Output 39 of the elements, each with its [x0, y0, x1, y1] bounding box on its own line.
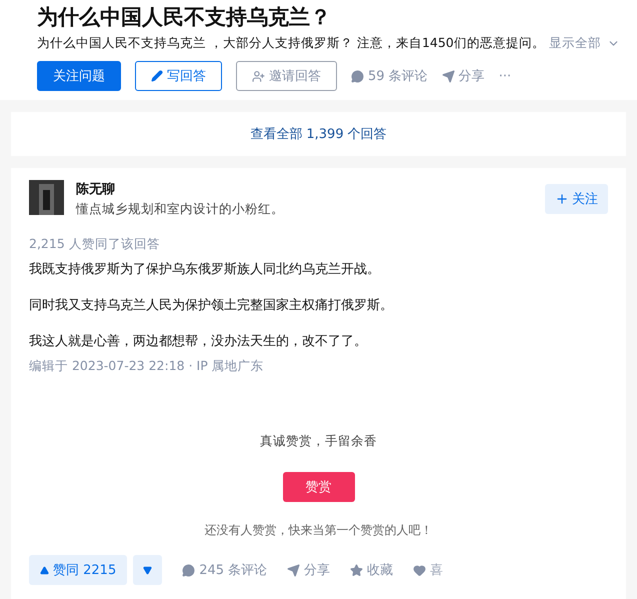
avatar	[29, 180, 64, 215]
answer-paragraph: 同时我又支持乌克兰人民为保护领土完整国家主权痛打俄罗斯。	[29, 297, 394, 314]
reward-slogan: 真诚赞赏，手留余香	[260, 433, 377, 450]
reward-note: 还没有人赞赏，快来当第一个赞赏的人吧！	[204, 522, 432, 539]
write-answer-button[interactable]: 写回答	[135, 61, 222, 91]
paper-plane-icon	[287, 564, 300, 576]
upvote-button[interactable]: 赞同 2215	[29, 555, 128, 585]
follow-question-button[interactable]: 关注问题	[37, 61, 121, 91]
answer-paragraph: 我这人就是心善，两边都想帮，没办法天生的，改不了了。	[29, 333, 368, 350]
reward-button[interactable]: 赞赏	[282, 472, 354, 502]
star-button[interactable]: 收藏	[350, 561, 394, 579]
triangle-down-icon	[143, 566, 152, 574]
question-title: 为什么中国人民不支持乌克兰？	[37, 4, 332, 31]
show-all-link[interactable]: 显示全部	[548, 35, 601, 52]
view-all-answers-link[interactable]: 查看全部 1,399 个回答	[11, 112, 626, 156]
downvote-button[interactable]	[133, 555, 162, 585]
share-button[interactable]: 分享	[442, 67, 485, 85]
heart-icon	[413, 564, 426, 576]
answer-paragraph: 我既支持俄罗斯为了保护乌东俄罗斯族人同北约乌克兰开战。	[29, 261, 381, 278]
share-button[interactable]: 分享	[287, 561, 330, 579]
star-icon	[350, 564, 364, 576]
comment-button[interactable]: 245 条评论	[182, 561, 268, 579]
upvote-count: 2,215 人赞同了该回答	[29, 236, 161, 253]
question-detail: 为什么中国人民不支持乌克兰 ，大部分人支持俄罗斯？ 注意，来自1450们的恶意提问。	[37, 35, 545, 52]
follow-button[interactable]: 关注	[545, 184, 608, 214]
author-name[interactable]: 陈无聊	[76, 180, 545, 198]
plus-icon	[555, 192, 569, 206]
invite-answer-button[interactable]: 邀请回答	[236, 61, 337, 91]
speech-bubble-icon	[182, 564, 196, 576]
user-plus-icon	[252, 70, 265, 82]
paper-plane-icon	[442, 70, 455, 82]
more-button[interactable]: ···	[498, 68, 512, 84]
speech-bubble-icon	[351, 70, 364, 82]
heart-button[interactable]: 喜	[413, 561, 444, 579]
triangle-up-icon	[40, 566, 49, 574]
edit-time: 编辑于 2023-07-23 22:18 · IP 属地广东	[29, 358, 265, 375]
comment-button[interactable]: 59 条评论	[351, 67, 428, 85]
author-bio: 懂点城乡规划和室内设计的小粉红。	[76, 201, 285, 218]
pencil-icon	[151, 70, 163, 82]
